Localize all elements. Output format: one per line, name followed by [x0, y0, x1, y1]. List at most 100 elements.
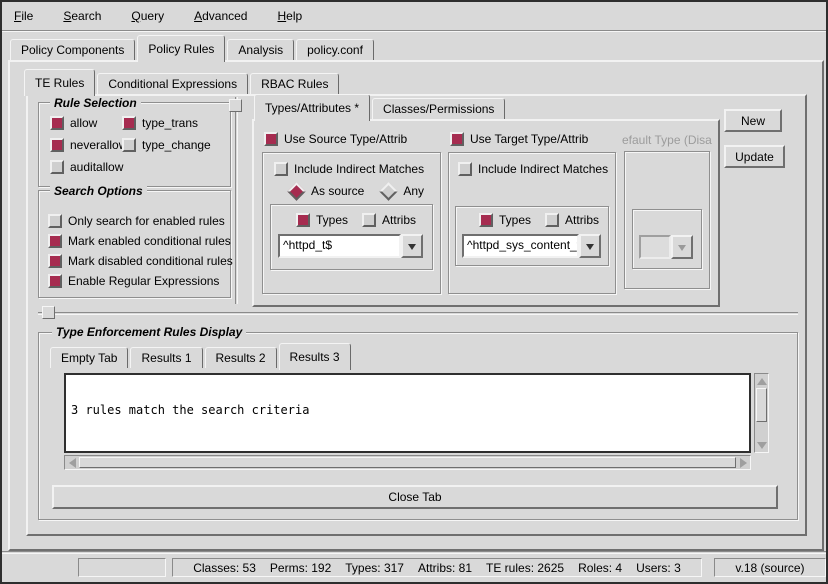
tab-conditional-expressions[interactable]: Conditional Expressions	[97, 73, 248, 94]
radio-indicator[interactable]	[380, 182, 398, 200]
default-type-value	[639, 235, 671, 259]
results-horizontal-scrollbar[interactable]	[64, 455, 751, 470]
source-type-dropdown-button[interactable]	[401, 234, 423, 258]
checkbox-indicator[interactable]	[545, 213, 559, 227]
status-stat-te-rules: TE rules: 2625	[486, 561, 564, 575]
scroll-down-arrow-icon[interactable]	[755, 439, 768, 452]
radio-indicator[interactable]	[287, 182, 305, 200]
source-type-combobox[interactable]: ^httpd_t$	[278, 234, 423, 258]
checkbox-indicator[interactable]	[48, 254, 62, 268]
close-tab-button[interactable]: Close Tab	[52, 485, 778, 509]
checkbox-indicator[interactable]	[264, 132, 278, 146]
status-stats-panel: Classes: 53Perms: 192Types: 317Attribs: …	[172, 558, 702, 577]
checkbox-enable-regular-expressions[interactable]: Enable Regular Expressions	[48, 274, 233, 288]
checkbox-types[interactable]: Types	[296, 213, 348, 227]
checkbox-include-indirect-matches[interactable]: Include Indirect Matches	[274, 162, 424, 176]
checkbox-types[interactable]: Types	[479, 213, 531, 227]
menu-advanced[interactable]: Advanced	[194, 9, 247, 23]
status-stat-roles: Roles: 4	[578, 561, 622, 575]
source-kind-checkboxes: Types Attribs	[296, 213, 416, 227]
tab-results-2[interactable]: Results 2	[205, 347, 277, 368]
checkbox-label: Use Source Type/Attrib	[284, 132, 407, 146]
horizontal-sash-handle[interactable]	[42, 306, 55, 319]
new-button[interactable]: New	[724, 109, 782, 132]
checkbox-indicator[interactable]	[296, 213, 310, 227]
checkbox-use-source-type-attrib[interactable]: Use Source Type/Attrib	[264, 132, 407, 146]
checkbox-neverallow[interactable]: neverallow	[50, 138, 122, 152]
checkbox-indicator[interactable]	[362, 213, 376, 227]
tab-types-attributes[interactable]: Types/Attributes *	[254, 94, 370, 121]
checkbox-attribs[interactable]: Attribs	[545, 213, 599, 227]
horizontal-scroll-thumb[interactable]	[79, 457, 736, 468]
menu-separator	[2, 30, 826, 32]
checkbox-indicator[interactable]	[48, 234, 62, 248]
checkbox-label: Only search for enabled rules	[68, 214, 225, 228]
scroll-up-arrow-icon[interactable]	[755, 374, 768, 387]
checkbox-only-search-for-enabled-rules[interactable]: Only search for enabled rules	[48, 214, 233, 228]
tab-classes-permissions[interactable]: Classes/Permissions	[372, 98, 505, 119]
checkbox-label: Include Indirect Matches	[478, 162, 608, 176]
tab-policy-conf[interactable]: policy.conf	[296, 39, 374, 60]
search-options-title: Search Options	[50, 184, 147, 198]
scroll-left-arrow-icon[interactable]	[65, 456, 78, 469]
checkbox-allow[interactable]: allow	[50, 116, 122, 130]
target-type-dropdown-button[interactable]	[579, 234, 601, 258]
checkbox-label: Types	[316, 213, 348, 227]
vertical-scroll-thumb[interactable]	[756, 388, 767, 422]
checkbox-indicator[interactable]	[50, 160, 64, 174]
tab-empty-tab[interactable]: Empty Tab	[50, 347, 128, 368]
tab-policy-components[interactable]: Policy Components	[10, 39, 135, 60]
checkbox-indicator[interactable]	[50, 116, 64, 130]
checkbox-indicator[interactable]	[479, 213, 493, 227]
tab-results-3[interactable]: Results 3	[279, 343, 351, 370]
app-window: File Search Query Advanced Help Policy Compo…	[0, 0, 828, 584]
results-text-area[interactable]: 3 rules match the search criteria (5822)…	[64, 373, 751, 453]
search-options-checkboxes: Only search for enabled rules Mark enable…	[48, 214, 233, 288]
target-type-combobox[interactable]: ^httpd_sys_content_t$	[462, 234, 601, 258]
checkbox-label: Mark disabled conditional rules	[68, 254, 233, 268]
tab-policy-rules[interactable]: Policy Rules	[137, 35, 225, 62]
checkbox-type-trans[interactable]: type_trans	[122, 116, 225, 130]
vertical-sash-handle[interactable]	[229, 99, 242, 112]
checkbox-indicator[interactable]	[122, 116, 136, 130]
menu-query[interactable]: Query	[131, 9, 164, 23]
checkbox-label: neverallow	[70, 138, 127, 152]
checkbox-indicator[interactable]	[122, 138, 136, 152]
menu-file[interactable]: File	[14, 9, 33, 23]
rule-type-tabs: TE RulesConditional ExpressionsRBAC Rule…	[24, 69, 341, 96]
checkbox-indicator[interactable]	[274, 162, 288, 176]
tab-te-rules[interactable]: TE Rules	[24, 69, 95, 96]
radio-any[interactable]: Any	[380, 184, 424, 198]
tab-rbac-rules[interactable]: RBAC Rules	[250, 73, 339, 94]
checkbox-indicator[interactable]	[450, 132, 464, 146]
radio-as-source[interactable]: As source	[288, 184, 364, 198]
chevron-down-icon	[586, 244, 594, 254]
menu-help[interactable]: Help	[277, 9, 302, 23]
checkbox-indicator[interactable]	[48, 214, 62, 228]
results-vertical-scrollbar[interactable]	[754, 373, 769, 453]
checkbox-indicator[interactable]	[50, 138, 64, 152]
checkbox-mark-disabled-conditional-rules[interactable]: Mark disabled conditional rules	[48, 254, 233, 268]
checkbox-use-target-type-attrib[interactable]: Use Target Type/Attrib	[450, 132, 588, 146]
checkbox-attribs[interactable]: Attribs	[362, 213, 416, 227]
target-type-value[interactable]: ^httpd_sys_content_t$	[462, 234, 579, 258]
checkbox-mark-enabled-conditional-rules[interactable]: Mark enabled conditional rules	[48, 234, 233, 248]
checkbox-label: Include Indirect Matches	[294, 162, 424, 176]
checkbox-indicator[interactable]	[48, 274, 62, 288]
checkbox-label: allow	[70, 116, 97, 130]
checkbox-type-change[interactable]: type_change	[122, 138, 225, 152]
scroll-right-arrow-icon[interactable]	[737, 456, 750, 469]
main-tabs: Policy ComponentsPolicy RulesAnalysispol…	[10, 35, 376, 62]
checkbox-include-indirect-matches[interactable]: Include Indirect Matches	[458, 162, 608, 176]
checkbox-label: Mark enabled conditional rules	[68, 234, 231, 248]
tab-analysis[interactable]: Analysis	[227, 39, 294, 60]
status-stat-types: Types: 317	[345, 561, 404, 575]
source-indirect-wrap: Include Indirect Matches	[274, 162, 424, 176]
checkbox-indicator[interactable]	[458, 162, 472, 176]
menu-search[interactable]: Search	[63, 9, 101, 23]
checkbox-auditallow[interactable]: auditallow	[50, 160, 122, 174]
update-button[interactable]: Update	[724, 145, 785, 168]
status-stat-users: Users: 3	[636, 561, 681, 575]
source-type-value[interactable]: ^httpd_t$	[278, 234, 401, 258]
tab-results-1[interactable]: Results 1	[130, 347, 202, 368]
